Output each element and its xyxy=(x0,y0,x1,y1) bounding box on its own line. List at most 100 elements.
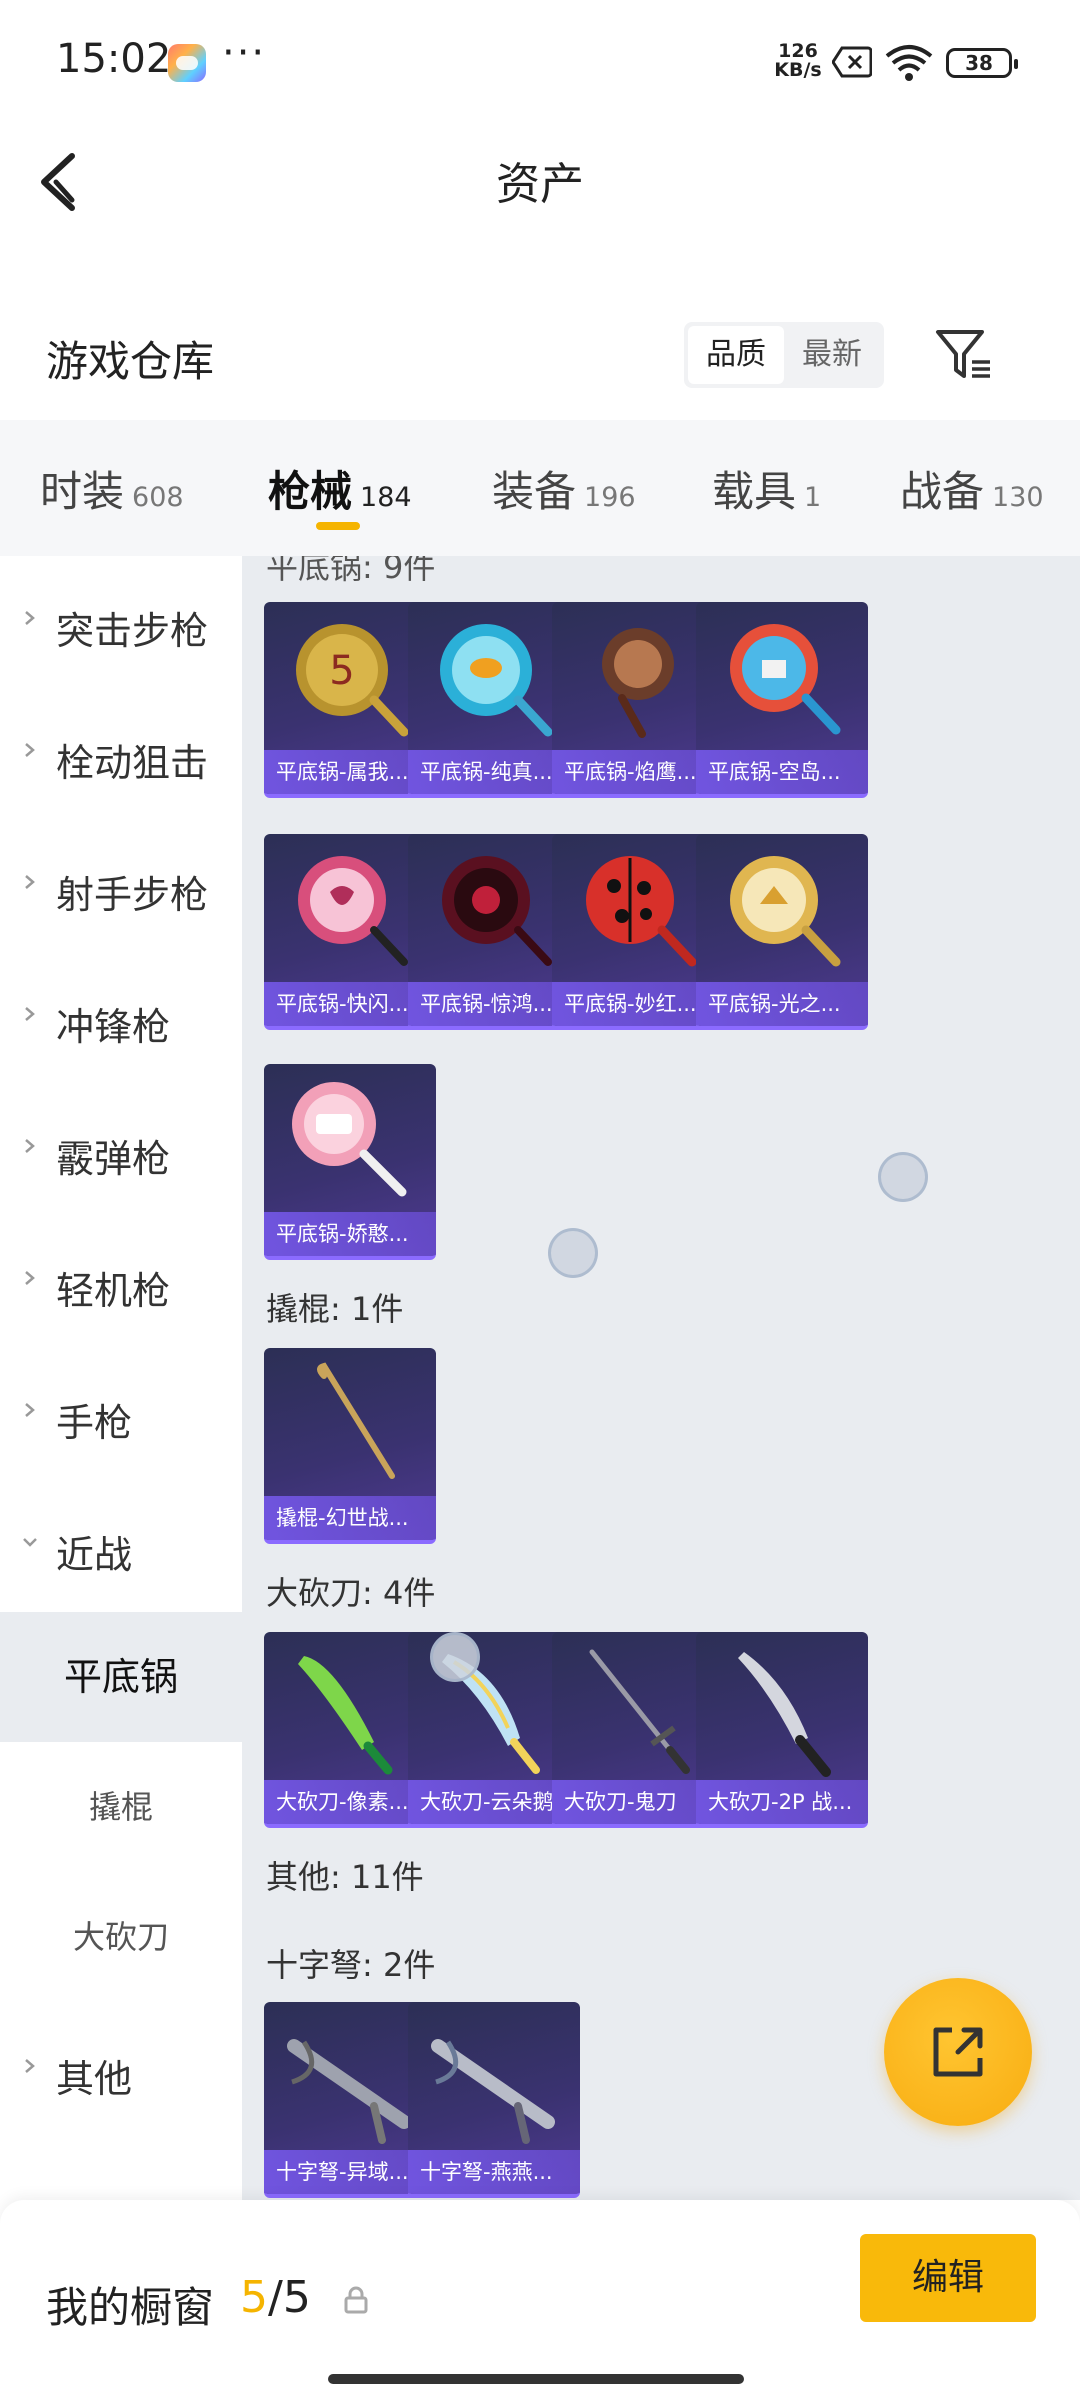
sidebar-item-bolt-sniper[interactable]: 栓动狙击 xyxy=(0,688,242,820)
sidebar-item-other[interactable]: 其他 xyxy=(0,2004,242,2136)
tab-label: 时装 xyxy=(40,467,125,516)
showcase-label: 我的橱窗 xyxy=(46,2283,215,2332)
sort-toggle: 品质 最新 xyxy=(684,322,884,388)
wifi-icon xyxy=(885,45,933,81)
item-card[interactable]: 十字弩-燕燕... xyxy=(408,2002,580,2198)
item-card[interactable]: 平底锅-空岛... xyxy=(696,602,868,798)
svg-text:5: 5 xyxy=(329,648,354,694)
tab-fashion[interactable]: 时装 608 xyxy=(40,458,184,519)
item-card-name: 平底锅-娇憨... xyxy=(264,1212,436,1256)
sidebar-item-lmg[interactable]: 轻机枪 xyxy=(0,1216,242,1348)
item-card[interactable]: 平底锅-娇憨... xyxy=(264,1064,436,1260)
item-card-name: 平底锅-光之... xyxy=(696,982,868,1026)
edit-button[interactable]: 编辑 xyxy=(860,2234,1036,2322)
tab-count: 1 xyxy=(804,482,822,513)
chevron-right-icon xyxy=(25,1007,35,1021)
network-speed-unit: KB/s xyxy=(774,59,822,81)
chevron-right-icon xyxy=(25,1271,35,1285)
sidebar-item-melee[interactable]: 近战 xyxy=(0,1480,242,1612)
sidebar-sub-pan[interactable]: 平底锅 xyxy=(0,1612,242,1742)
page-title: 资产 xyxy=(496,159,584,210)
frying-pan-icon xyxy=(292,1082,407,1197)
machete-icon xyxy=(738,1652,831,1777)
touch-indicator xyxy=(878,1152,928,1202)
sidebar-item-label: 冲锋枪 xyxy=(56,1005,171,1049)
sidebar-item-smg[interactable]: 冲锋枪 xyxy=(0,952,242,1084)
tab-count: 196 xyxy=(584,482,636,513)
showcase-current: 5 xyxy=(240,2272,268,2323)
category-tabs: 时装 608 枪械 184 装备 196 载具 1 战备 130 xyxy=(0,420,1080,556)
tab-supplies[interactable]: 战备 130 xyxy=(900,458,1044,519)
active-tab-indicator xyxy=(316,522,360,530)
frying-pan-icon xyxy=(730,856,841,967)
showcase-bar: 我的橱窗 5/5 编辑 xyxy=(0,2200,1080,2400)
chevron-right-icon xyxy=(25,743,35,757)
tab-label: 战备 xyxy=(900,467,985,516)
item-grid: 平底锅: 9件 5 平底锅-属我... 平底锅-纯真... 平底锅-焰鹰... … xyxy=(242,556,1080,2200)
chevron-right-icon xyxy=(25,875,35,889)
showcase-total: /5 xyxy=(268,2272,311,2323)
group-label-other: 其他: 11件 xyxy=(266,1858,424,1896)
tab-count: 130 xyxy=(992,482,1044,513)
sim-off-icon xyxy=(832,46,872,78)
tab-firearms[interactable]: 枪械 184 xyxy=(268,458,412,519)
showcase-count: 5/5 xyxy=(240,2272,311,2323)
sidebar-item-label: 栓动狙击 xyxy=(56,741,209,785)
sidebar-item-marksman-rifle[interactable]: 射手步枪 xyxy=(0,820,242,952)
battery-icon: 38 xyxy=(946,48,1018,78)
item-card-name: 平底锅-空岛... xyxy=(696,750,868,794)
crowbar-icon xyxy=(317,1362,395,1479)
share-icon xyxy=(933,2027,983,2077)
lock-icon xyxy=(344,2286,368,2314)
frying-pan-icon xyxy=(730,624,841,735)
sort-option-newest[interactable]: 最新 xyxy=(784,326,880,384)
sidebar-item-shotgun[interactable]: 霰弹枪 xyxy=(0,1084,242,1216)
item-card[interactable]: 平底锅-光之... xyxy=(696,834,868,1030)
sidebar-item-label: 手枪 xyxy=(56,1401,133,1445)
sidebar-item-label: 霰弹枪 xyxy=(56,1137,171,1181)
chevron-right-icon xyxy=(25,2059,35,2073)
sidebar-item-label: 射手步枪 xyxy=(56,873,209,917)
sidebar-item-pistol[interactable]: 手枪 xyxy=(0,1348,242,1480)
group-label-crowbar: 撬棍: 1件 xyxy=(266,1290,404,1328)
group-label-crossbow: 十字弩: 2件 xyxy=(266,1946,436,1984)
tab-equipment[interactable]: 装备 196 xyxy=(492,458,636,519)
status-bar: 15:02 ··· 126 KB/s 38 xyxy=(0,0,1080,130)
item-card[interactable]: 撬棍-幻世战... xyxy=(264,1348,436,1544)
sidebar-sub-crowbar[interactable]: 撬棍 xyxy=(0,1742,242,1872)
category-sidebar: 突击步枪 栓动狙击 射手步枪 冲锋枪 霰弹枪 轻机枪 手枪 近战 平底锅 撬棍 … xyxy=(0,556,242,2200)
crossbow-icon xyxy=(431,2039,555,2144)
sidebar-item-label: 其他 xyxy=(56,2057,133,2101)
network-speed: 126 KB/s xyxy=(772,42,824,80)
group-label-pan: 平底锅: 9件 xyxy=(266,556,436,586)
item-card-name: 大砍刀-2P 战... xyxy=(696,1780,868,1824)
share-fab-button[interactable] xyxy=(884,1978,1032,2126)
filter-icon[interactable] xyxy=(934,324,994,384)
sidebar-item-assault-rifle[interactable]: 突击步枪 xyxy=(0,556,242,688)
sidebar-item-label: 轻机枪 xyxy=(56,1269,171,1313)
home-indicator xyxy=(328,2374,744,2384)
game-app-icon xyxy=(168,44,206,82)
chevron-right-icon xyxy=(25,1139,35,1153)
tab-label: 枪械 xyxy=(268,467,353,516)
tab-label: 载具 xyxy=(712,467,797,516)
sidebar-item-label: 近战 xyxy=(56,1533,133,1577)
sidebar-sub-machete[interactable]: 大砍刀 xyxy=(0,1872,242,2002)
sidebar-item-label: 突击步枪 xyxy=(56,609,209,653)
tab-count: 184 xyxy=(360,482,412,513)
chevron-down-icon xyxy=(23,1538,37,1547)
item-card[interactable]: 大砍刀-2P 战... xyxy=(696,1632,868,1828)
touch-indicator xyxy=(430,1632,480,1682)
chevron-right-icon xyxy=(25,1403,35,1417)
item-card-name: 十字弩-燕燕... xyxy=(408,2150,580,2194)
status-time: 15:02 xyxy=(56,36,172,82)
section-title: 游戏仓库 xyxy=(46,337,215,386)
more-notifications-icon: ··· xyxy=(222,30,267,76)
tab-vehicles[interactable]: 载具 1 xyxy=(712,458,821,519)
chevron-right-icon xyxy=(25,611,35,625)
sort-option-quality[interactable]: 品质 xyxy=(688,326,784,384)
touch-indicator xyxy=(548,1228,598,1278)
group-label-machete: 大砍刀: 4件 xyxy=(266,1574,436,1612)
tab-label: 装备 xyxy=(492,467,577,516)
item-card-name: 撬棍-幻世战... xyxy=(264,1496,436,1540)
